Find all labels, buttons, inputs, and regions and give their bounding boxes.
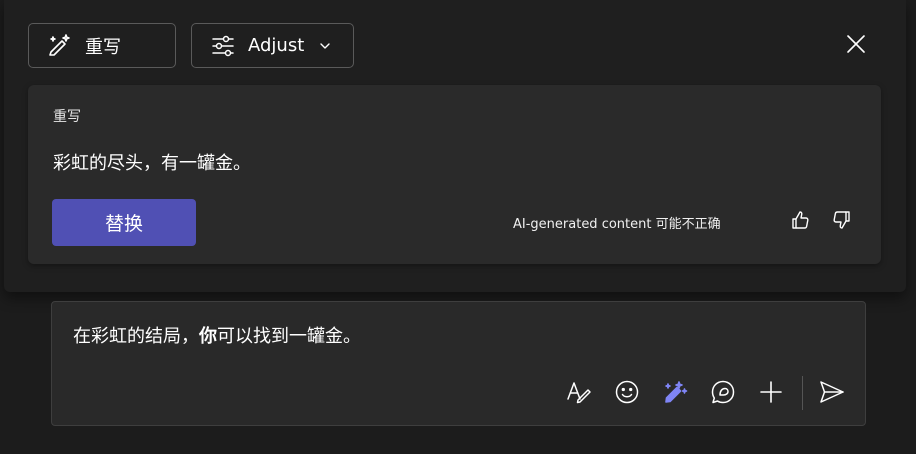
thumbs-down-icon xyxy=(831,209,853,235)
pen-sparkle-icon xyxy=(47,33,73,59)
emoji-button[interactable] xyxy=(612,379,642,409)
send-icon xyxy=(818,378,846,410)
app-window: 重写 Adjust 重写 彩虹的尽头，有一罐金。 替换 AI-generated… xyxy=(0,0,916,454)
suggestion-card: 重写 彩虹的尽头，有一罐金。 替换 AI-generated content 可… xyxy=(28,85,881,264)
compose-text-before: 在彩虹的结局， xyxy=(73,326,199,347)
close-icon xyxy=(845,33,867,59)
plus-icon xyxy=(758,379,784,409)
compose-message-text[interactable]: 在彩虹的结局，你可以找到一罐金。 xyxy=(73,322,361,348)
add-button[interactable] xyxy=(756,379,786,409)
suggestion-title: 重写 xyxy=(53,109,81,125)
sliders-icon xyxy=(210,33,236,59)
emoji-icon xyxy=(614,379,640,409)
compose-text-after: 可以找到一罐金。 xyxy=(217,326,361,347)
rewrite-panel: 重写 Adjust 重写 彩虹的尽头，有一罐金。 替换 AI-generated… xyxy=(4,0,906,292)
close-button[interactable] xyxy=(842,32,870,60)
thumbs-up-icon xyxy=(789,209,811,235)
loop-button[interactable] xyxy=(708,379,738,409)
send-button[interactable] xyxy=(817,379,847,409)
adjust-button[interactable]: Adjust xyxy=(191,23,354,68)
compose-text-bold: 你 xyxy=(199,326,217,347)
ai-disclaimer: AI-generated content 可能不正确 xyxy=(513,217,721,232)
format-button[interactable] xyxy=(564,379,594,409)
compose-box[interactable]: 在彩虹的结局，你可以找到一罐金。 xyxy=(51,301,866,426)
copilot-rewrite-button[interactable] xyxy=(660,379,690,409)
thumbs-down-button[interactable] xyxy=(829,209,855,235)
adjust-label: Adjust xyxy=(248,35,305,56)
rewrite-button[interactable]: 重写 xyxy=(28,23,176,68)
loop-icon xyxy=(710,379,736,409)
chevron-down-icon xyxy=(318,39,332,53)
toolbar-divider xyxy=(802,376,803,410)
thumbs-up-button[interactable] xyxy=(787,209,813,235)
rewrite-label: 重写 xyxy=(85,36,121,58)
replace-button[interactable]: 替换 xyxy=(52,199,196,246)
suggestion-text: 彩虹的尽头，有一罐金。 xyxy=(53,153,251,174)
format-text-icon xyxy=(565,378,593,410)
copilot-rewrite-icon xyxy=(661,378,689,410)
